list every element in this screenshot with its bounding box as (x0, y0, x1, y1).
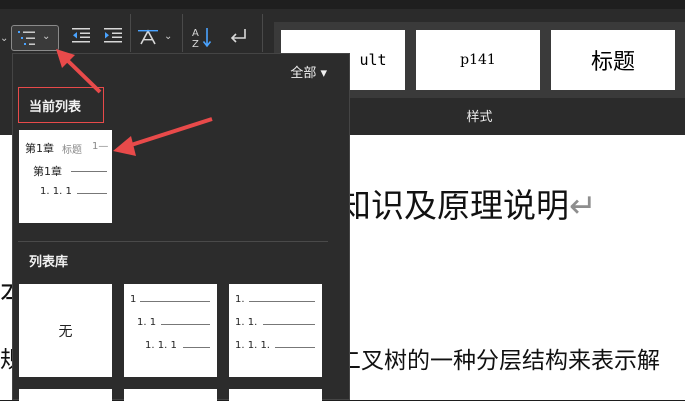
annotation-arrow-icon (56, 49, 102, 94)
annotation-arrows (56, 49, 213, 156)
annotation-arrow-icon (113, 117, 213, 156)
